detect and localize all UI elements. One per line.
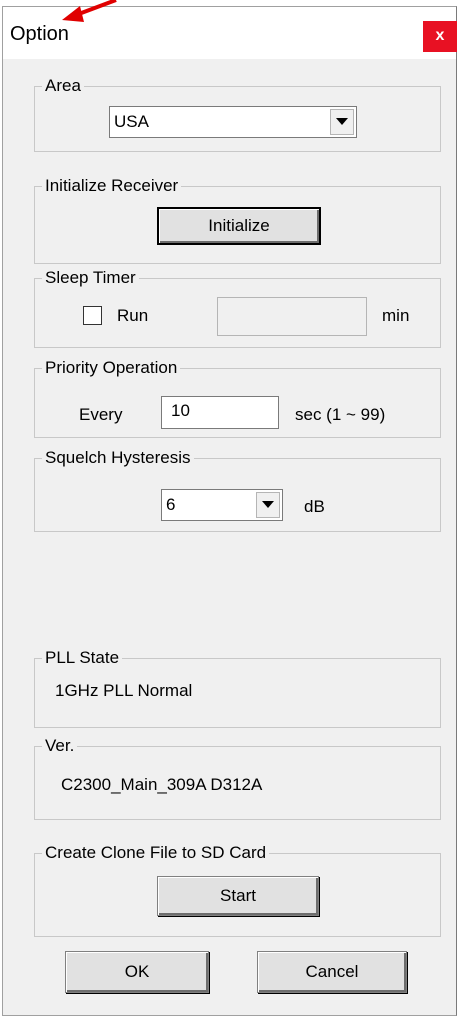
ok-button-label: OK (124, 962, 150, 981)
sleep-timer-unit: min (382, 306, 410, 325)
priority-interval-value: 10 (171, 401, 190, 420)
chevron-down-icon (262, 501, 274, 508)
priority-every-label: Every (79, 405, 123, 424)
initialize-group: Initialize Receiver Initialize (34, 175, 441, 264)
start-button[interactable]: Start (157, 876, 319, 916)
pll-state-legend: PLL State (42, 647, 123, 669)
priority-legend: Priority Operation (42, 357, 181, 379)
area-group: Area USA (34, 75, 441, 152)
sleep-timer-legend: Sleep Timer (42, 267, 139, 289)
version-legend: Ver. (42, 735, 78, 757)
clone-group: Create Clone File to SD Card Start (34, 842, 441, 937)
squelch-legend: Squelch Hysteresis (42, 447, 194, 469)
initialize-button[interactable]: Initialize (157, 207, 321, 245)
sleep-timer-group: Sleep Timer Run min (34, 267, 441, 348)
clone-legend: Create Clone File to SD Card (42, 842, 270, 864)
close-button[interactable]: x (423, 21, 457, 52)
version-group: Ver. C2300_Main_309A D312A (34, 735, 441, 820)
version-value: C2300_Main_309A D312A (61, 775, 263, 794)
area-selected-value: USA (114, 112, 149, 131)
squelch-dropdown-button[interactable] (256, 492, 280, 518)
cancel-button-label: Cancel (305, 962, 359, 981)
close-icon: x (435, 27, 445, 44)
priority-group: Priority Operation Every 10 sec (1 ~ 99) (34, 357, 441, 438)
area-select[interactable]: USA (109, 106, 357, 138)
run-checkbox[interactable] (83, 306, 102, 325)
initialize-legend: Initialize Receiver (42, 175, 182, 197)
run-checkbox-label: Run (117, 306, 149, 325)
area-legend: Area (42, 75, 84, 97)
squelch-group: Squelch Hysteresis 6 dB (34, 447, 441, 532)
pll-state-value: 1GHz PLL Normal (55, 681, 193, 700)
sleep-timer-input[interactable] (217, 297, 367, 336)
squelch-selected-value: 6 (166, 495, 176, 514)
initialize-button-label: Initialize (208, 216, 270, 235)
priority-interval-input[interactable]: 10 (161, 396, 279, 429)
option-dialog: Option x Area USA Initialize Receiver In… (2, 6, 457, 1016)
squelch-select[interactable]: 6 (161, 489, 283, 521)
start-button-label: Start (220, 886, 256, 905)
squelch-unit: dB (304, 497, 325, 516)
ok-button[interactable]: OK (65, 951, 209, 993)
cancel-button[interactable]: Cancel (257, 951, 407, 993)
area-dropdown-button[interactable] (330, 109, 354, 135)
annotation-arrow-icon (62, 0, 117, 22)
pll-state-group: PLL State 1GHz PLL Normal (34, 647, 441, 728)
priority-unit: sec (1 ~ 99) (295, 405, 386, 424)
chevron-down-icon (336, 118, 348, 125)
